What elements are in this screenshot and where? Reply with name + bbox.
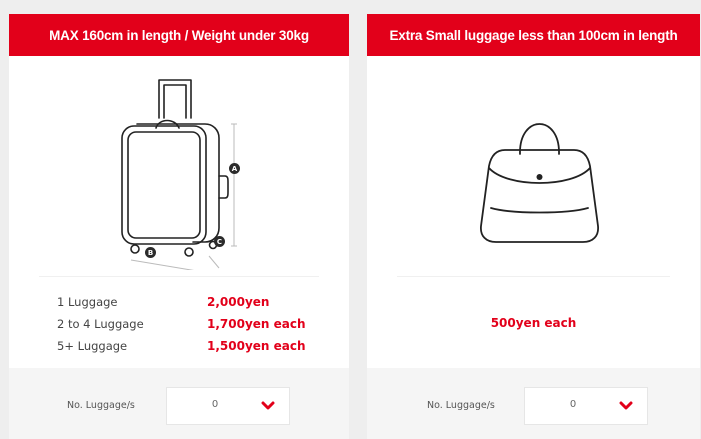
price-label: 2 to 4 Luggage xyxy=(57,317,144,331)
dimension-marker-c: C xyxy=(214,236,225,247)
price-label: 5+ Luggage xyxy=(57,339,128,353)
divider xyxy=(39,276,319,277)
suitcase-icon xyxy=(121,79,237,270)
small-luggage-quantity-bar: No. Luggage/s 0 xyxy=(367,368,700,439)
regular-luggage-quantity-select[interactable]: 0 xyxy=(166,387,290,425)
divider xyxy=(397,276,670,277)
handbag-illustration xyxy=(367,56,700,270)
chevron-down-icon xyxy=(619,401,633,410)
quantity-value: 0 xyxy=(569,399,577,410)
regular-luggage-card: MAX 160cm in length / Weight under 30kg xyxy=(9,14,349,439)
price-row: 1 Luggage 2,000yen xyxy=(57,291,327,313)
regular-luggage-header: MAX 160cm in length / Weight under 30kg xyxy=(9,14,349,56)
small-luggage-quantity-select[interactable]: 0 xyxy=(524,387,648,425)
quantity-value: 0 xyxy=(211,399,219,410)
regular-luggage-quantity-bar: No. Luggage/s 0 xyxy=(9,368,349,439)
quantity-label: No. Luggage/s xyxy=(67,400,135,411)
dimension-marker-a: A xyxy=(229,163,240,174)
price-label: 1 Luggage xyxy=(57,295,118,309)
price-list: 1 Luggage 2,000yen 2 to 4 Luggage 1,700y… xyxy=(57,291,327,357)
handbag-icon xyxy=(480,123,599,243)
price-value: 2,000yen xyxy=(207,295,270,309)
chevron-down-icon xyxy=(261,401,275,410)
small-luggage-price: 500yen each xyxy=(490,316,577,330)
price-row: 2 to 4 Luggage 1,700yen each xyxy=(57,313,327,335)
small-luggage-card: Extra Small luggage less than 100cm in l… xyxy=(367,14,700,439)
small-luggage-header: Extra Small luggage less than 100cm in l… xyxy=(367,14,700,56)
price-value: 1,500yen each xyxy=(207,339,306,353)
suitcase-illustration: A B C xyxy=(9,56,349,270)
price-row: 5+ Luggage 1,500yen each xyxy=(57,335,327,357)
dimension-marker-b: B xyxy=(145,247,156,258)
quantity-label: No. Luggage/s xyxy=(427,400,495,411)
price-value: 1,700yen each xyxy=(207,317,306,331)
page: MAX 160cm in length / Weight under 30kg xyxy=(0,0,701,439)
